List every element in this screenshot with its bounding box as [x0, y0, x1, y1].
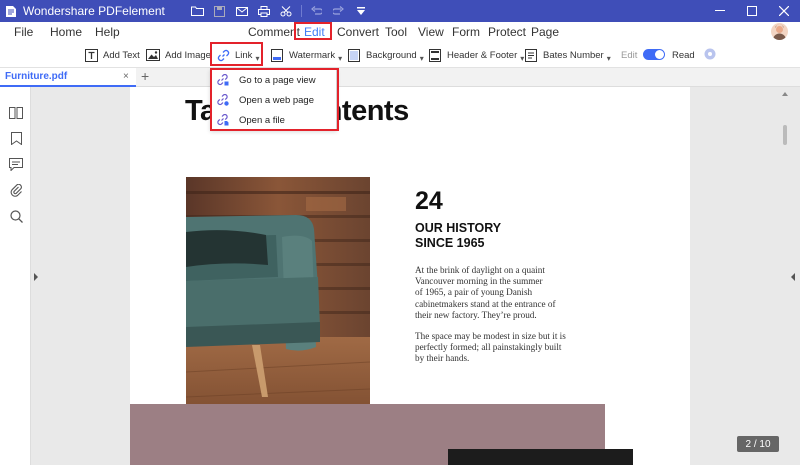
attachment-icon[interactable] [8, 182, 24, 198]
page-indicator: 2 / 10 [737, 436, 779, 452]
paragraph-line: The space may be modest in size but it i… [415, 331, 566, 341]
text-box-icon [84, 48, 98, 62]
bates-number-button[interactable]: Bates Number ▾ [524, 46, 611, 64]
add-text-label: Add Text [103, 49, 140, 61]
avatar[interactable] [771, 23, 788, 40]
gear-icon[interactable] [703, 47, 717, 61]
add-image-button[interactable]: Add Image [146, 46, 211, 64]
paragraph-line: by their hands. [415, 353, 470, 364]
add-text-button[interactable]: Add Text [84, 46, 140, 64]
edit-read-toggle[interactable] [643, 49, 665, 60]
section-number: 24 [415, 187, 443, 215]
menu-view[interactable]: View [418, 25, 444, 39]
redo-icon[interactable] [328, 0, 350, 22]
cut-icon[interactable] [275, 0, 297, 22]
image-icon [146, 48, 160, 62]
section-heading-line: OUR HISTORY [415, 221, 502, 235]
expand-left-panel-icon[interactable] [34, 273, 38, 281]
print-icon[interactable] [253, 0, 275, 22]
maximize-icon[interactable] [736, 0, 768, 22]
open-folder-icon[interactable] [187, 0, 209, 22]
customize-toolbar-icon[interactable] [350, 0, 372, 22]
menu-bar: File Home Help Comment Edit Convert Tool… [0, 22, 800, 42]
paragraph-line: their new factory. They’re proud. [415, 309, 537, 320]
paragraph-1: At the brink of daylight on a quaint Van… [415, 265, 575, 321]
divider [300, 5, 302, 17]
edit-toolbar: Add Text Add Image Link ▾ Watermark ▾ Ba… [0, 42, 800, 68]
edit-highlight-box [294, 22, 332, 40]
comment-icon[interactable] [8, 156, 24, 172]
watermark-icon [270, 48, 284, 62]
chevron-down-icon: ▾ [606, 53, 611, 63]
sofa-photo [186, 177, 370, 427]
add-tab-button[interactable]: + [141, 68, 149, 84]
save-icon[interactable] [209, 0, 231, 22]
background-label: Background [366, 49, 417, 61]
vertical-scrollbar[interactable] [780, 87, 790, 465]
menu-file[interactable]: File [14, 25, 33, 39]
menu-convert[interactable]: Convert [337, 25, 379, 39]
paragraph-line: At the brink of daylight on a quaint [415, 265, 545, 275]
background-button[interactable]: Background ▾ [347, 46, 424, 64]
paragraph-line: of 1965, a pair of young Danish [415, 287, 533, 298]
close-icon[interactable] [768, 0, 800, 22]
tab-close-icon[interactable]: × [123, 71, 129, 82]
toggle-knob [655, 50, 664, 59]
section-heading: OUR HISTORY SINCE 1965 [415, 221, 501, 251]
quick-access-toolbar [187, 0, 372, 22]
app-logo-icon [4, 4, 18, 18]
header-footer-button[interactable]: Header & Footer ▾ [428, 46, 524, 64]
expand-right-panel-icon[interactable] [791, 273, 795, 281]
menu-home[interactable]: Home [50, 25, 82, 39]
document-tab-strip: Furniture.pdf × + [0, 68, 800, 87]
search-icon[interactable] [8, 208, 24, 224]
section-heading-line: SINCE 1965 [415, 236, 485, 250]
bookmark-icon[interactable] [8, 130, 24, 146]
paragraph-line: cabinetmakers stand at the entrance of [415, 298, 556, 309]
watermark-label: Watermark [289, 49, 336, 61]
background-icon [347, 48, 361, 62]
menu-tool[interactable]: Tool [385, 25, 407, 39]
menu-comment[interactable]: Comment [248, 25, 300, 39]
header-footer-label: Header & Footer [447, 49, 518, 61]
scroll-up-icon[interactable] [782, 92, 788, 96]
menu-form[interactable]: Form [452, 25, 480, 39]
bates-number-label: Bates Number [543, 49, 604, 61]
window-controls [704, 0, 800, 22]
paragraph-line: Vancouver morning in the summer [415, 276, 543, 287]
chevron-down-icon: ▾ [419, 53, 424, 63]
thumbnails-icon[interactable] [8, 105, 24, 121]
document-tab-label: Furniture.pdf [5, 71, 68, 82]
dropdown-highlight-box [210, 68, 339, 131]
edit-mode-label[interactable]: Edit [621, 50, 637, 61]
menu-help[interactable]: Help [95, 25, 120, 39]
menu-protect[interactable]: Protect [488, 25, 526, 39]
add-image-label: Add Image [165, 49, 211, 61]
watermark-button[interactable]: Watermark ▾ [270, 46, 342, 64]
header-footer-icon [428, 48, 442, 62]
bates-number-icon [524, 48, 538, 62]
menu-page[interactable]: Page [531, 25, 559, 39]
left-sidebar [0, 87, 31, 465]
email-icon[interactable] [231, 0, 253, 22]
read-mode-label[interactable]: Read [672, 50, 695, 61]
document-page: Ta ntents 24 OUR HISTORY SINCE 1965 At t… [130, 87, 690, 465]
chevron-down-icon: ▾ [338, 53, 343, 63]
scroll-thumb[interactable] [783, 125, 787, 145]
app-title: Wondershare PDFelement [23, 4, 165, 18]
document-tab[interactable]: Furniture.pdf × [0, 68, 136, 87]
dark-image-block [448, 449, 633, 465]
paragraph-line: perfectly formed; all painstakingly buil… [415, 342, 562, 353]
paragraph-2: The space may be modest in size but it i… [415, 331, 575, 365]
undo-icon[interactable] [306, 0, 328, 22]
title-bar: Wondershare PDFelement [0, 0, 800, 22]
minimize-icon[interactable] [704, 0, 736, 22]
link-highlight-box [210, 42, 263, 66]
